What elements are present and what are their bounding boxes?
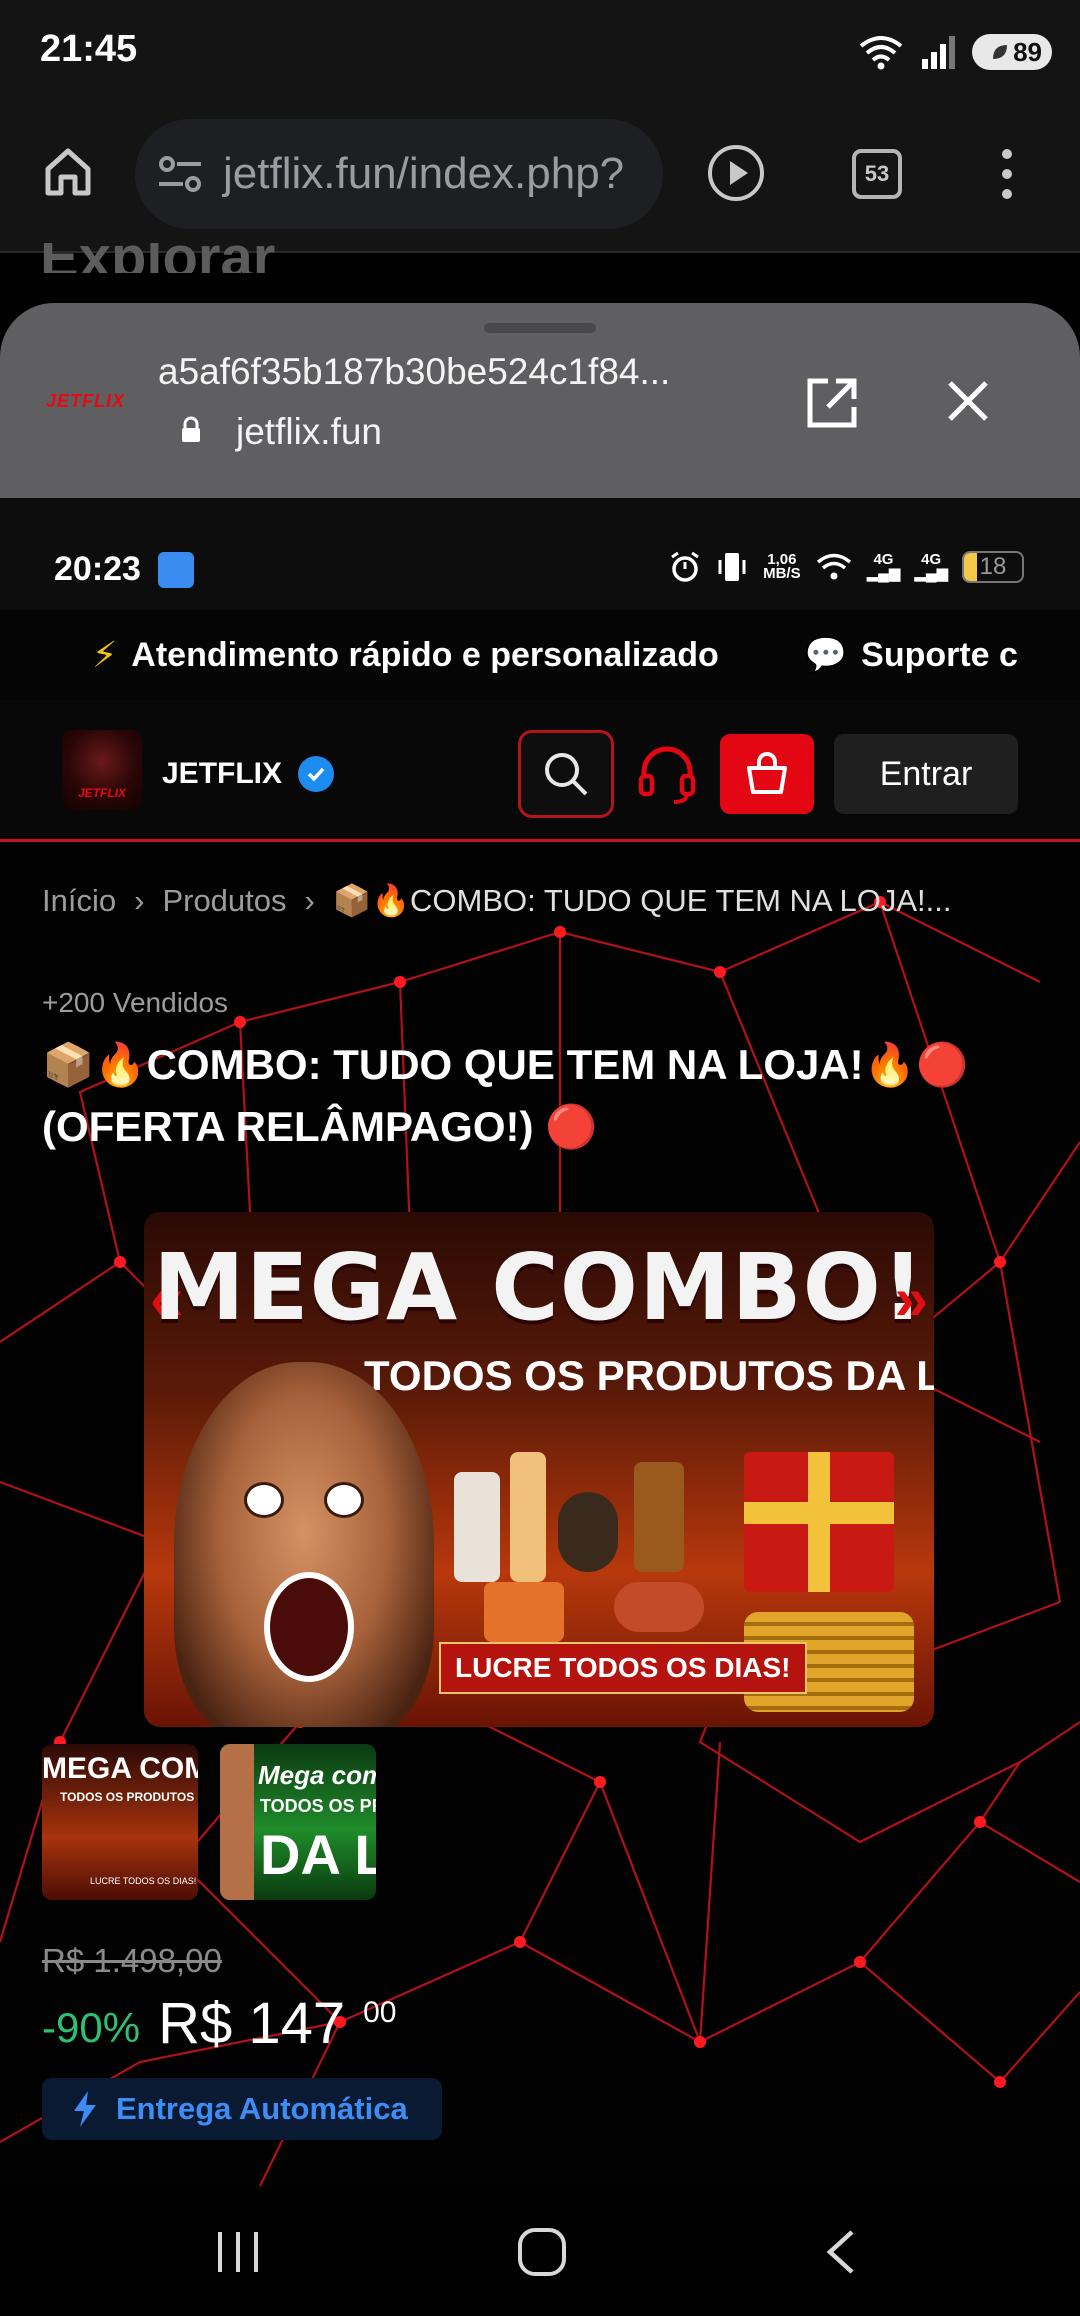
- product-title: 📦🔥COMBO: TUDO QUE TEM NA LOJA!🔥🔴 (OFERTA…: [42, 1041, 969, 1150]
- sheet-title: a5af6f35b187b30be524c1f84...: [158, 351, 671, 392]
- search-button[interactable]: [518, 730, 614, 818]
- price-cents: 00: [363, 1996, 397, 2029]
- product-page: Início › Produtos › 📦🔥COMBO: TUDO QUE TE…: [0, 842, 1080, 2186]
- headset-icon[interactable]: [636, 742, 698, 806]
- recents-icon[interactable]: [218, 2232, 258, 2272]
- alarm-icon: [671, 551, 699, 582]
- inner-status-time: 20:23: [54, 550, 141, 588]
- more-menu-icon[interactable]: [1002, 149, 1012, 199]
- site-settings-icon[interactable]: [157, 154, 203, 194]
- home-button-icon[interactable]: [518, 2228, 566, 2276]
- sold-count: +200 Vendidos: [42, 987, 229, 1018]
- lock-icon: [182, 416, 200, 442]
- wifi-icon: [816, 553, 851, 580]
- custom-tab-sheet: JETFLIX a5af6f35b187b30be524c1f84... jet…: [0, 303, 1080, 498]
- net-speed: 1,06 MB/S: [763, 551, 801, 582]
- discount-percent: -90%: [42, 2004, 141, 2051]
- shopping-bag-icon: [747, 752, 787, 794]
- price-row: -90% R$ 147 00: [42, 1990, 396, 2057]
- home-icon[interactable]: [40, 143, 96, 199]
- inner-battery: 18: [962, 551, 1024, 583]
- sheet-domain: jetflix.fun: [236, 411, 383, 452]
- url-bar[interactable]: jetflix.fun/index.php?: [135, 119, 663, 229]
- status-icons: 89: [858, 30, 1052, 74]
- signal-4g-1: 4G ▂▄▆: [866, 551, 901, 582]
- cart-button[interactable]: [720, 734, 814, 814]
- original-price: R$ 1.498,00: [42, 1942, 222, 1979]
- image-badge: LUCRE TODOS OS DIAS!: [439, 1642, 807, 1694]
- signal-4g-2: 4G ▂▄▆: [914, 551, 948, 582]
- product-thumbnail-1[interactable]: MEGA COMBO TODOS OS PRODUTOS DA LUCRE TO…: [42, 1744, 198, 1900]
- signal-icon: [922, 36, 955, 69]
- breadcrumb: Início › Produtos › 📦🔥COMBO: TUDO QUE TE…: [42, 882, 951, 919]
- breadcrumb-current: 📦🔥COMBO: TUDO QUE TEM NA LOJA!...: [332, 883, 952, 918]
- battery-indicator: 89: [972, 34, 1052, 70]
- site-favicon: JETFLIX: [46, 391, 126, 411]
- lightning-icon: ⚡: [92, 634, 118, 675]
- smart-home-icon: [158, 552, 194, 588]
- navigation-bar: [0, 2186, 1080, 2316]
- image-subline: TODOS OS PRODUTOS DA LOJA: [364, 1352, 934, 1399]
- chevron-right-icon: ›: [134, 882, 145, 918]
- face-illustration: [220, 1744, 254, 1900]
- chevrons-right-icon: »: [894, 1265, 928, 1332]
- search-icon: [545, 753, 588, 796]
- open-in-browser-icon[interactable]: [804, 375, 860, 431]
- gift-box-illustration: [744, 1452, 894, 1592]
- chevron-right-icon: ›: [304, 882, 315, 918]
- leaf-icon: [993, 45, 1008, 59]
- products-illustration: [444, 1432, 744, 1642]
- verified-badge-icon: [298, 756, 335, 792]
- ticker-item-fast-service: ⚡ Atendimento rápido e personalizado: [92, 634, 719, 675]
- login-button[interactable]: Entrar: [834, 734, 1018, 814]
- product-main-image[interactable]: « MEGA COMBO! » TODOS OS PRODUTOS DA LOJ…: [144, 1212, 934, 1727]
- status-bar: 21:45 89: [0, 0, 1080, 105]
- status-time: 21:45: [40, 28, 138, 70]
- site-header: JETFLIX JETFLIX Entrar: [0, 700, 1080, 842]
- battery-level: 89: [1013, 36, 1042, 67]
- breadcrumb-home[interactable]: Início: [42, 883, 116, 919]
- vibrate-icon: [718, 553, 746, 581]
- speech-bubble-icon: 💬: [804, 636, 848, 674]
- embedded-page: 20:23 1,06 MB/S 4G ▂▄▆ 4G ▂▄▆ 18 ⚡ Atendime…: [0, 498, 1080, 2186]
- url-text[interactable]: jetflix.fun/index.php?: [223, 149, 624, 199]
- announcement-ticker: ⚡ Atendimento rápido e personalizado 💬 S…: [0, 610, 1080, 700]
- ticker-item-support: 💬 Suporte c: [804, 635, 1018, 675]
- browser-toolbar: jetflix.fun/index.php? 53: [0, 105, 1080, 253]
- image-headline: MEGA COMBO!: [153, 1234, 925, 1341]
- tab-switcher-button[interactable]: 53: [852, 149, 902, 199]
- store-avatar[interactable]: JETFLIX: [62, 730, 142, 810]
- product-thumbnail-2[interactable]: Mega com TODOS OS PROD DA LOJ: [220, 1744, 376, 1900]
- play-icon[interactable]: [706, 143, 766, 203]
- current-price: R$ 147: [158, 1991, 346, 2056]
- store-name[interactable]: JETFLIX: [162, 756, 335, 792]
- shocked-face-illustration: [174, 1362, 434, 1727]
- inner-status-icons: 1,06 MB/S 4G ▂▄▆ 4G ▂▄▆ 18: [669, 550, 1024, 584]
- wifi-icon: [859, 36, 903, 70]
- delivery-badge: Entrega Automática: [42, 2078, 442, 2140]
- back-icon[interactable]: [822, 2228, 858, 2276]
- inner-status-bar: 20:23 1,06 MB/S 4G ▂▄▆ 4G ▂▄▆ 18: [0, 498, 1080, 610]
- sheet-drag-handle[interactable]: [484, 323, 596, 333]
- close-icon[interactable]: [942, 375, 994, 427]
- breadcrumb-products[interactable]: Produtos: [162, 883, 286, 919]
- lightning-icon: [74, 2091, 96, 2127]
- page-heading-behind: Explorar: [40, 243, 275, 273]
